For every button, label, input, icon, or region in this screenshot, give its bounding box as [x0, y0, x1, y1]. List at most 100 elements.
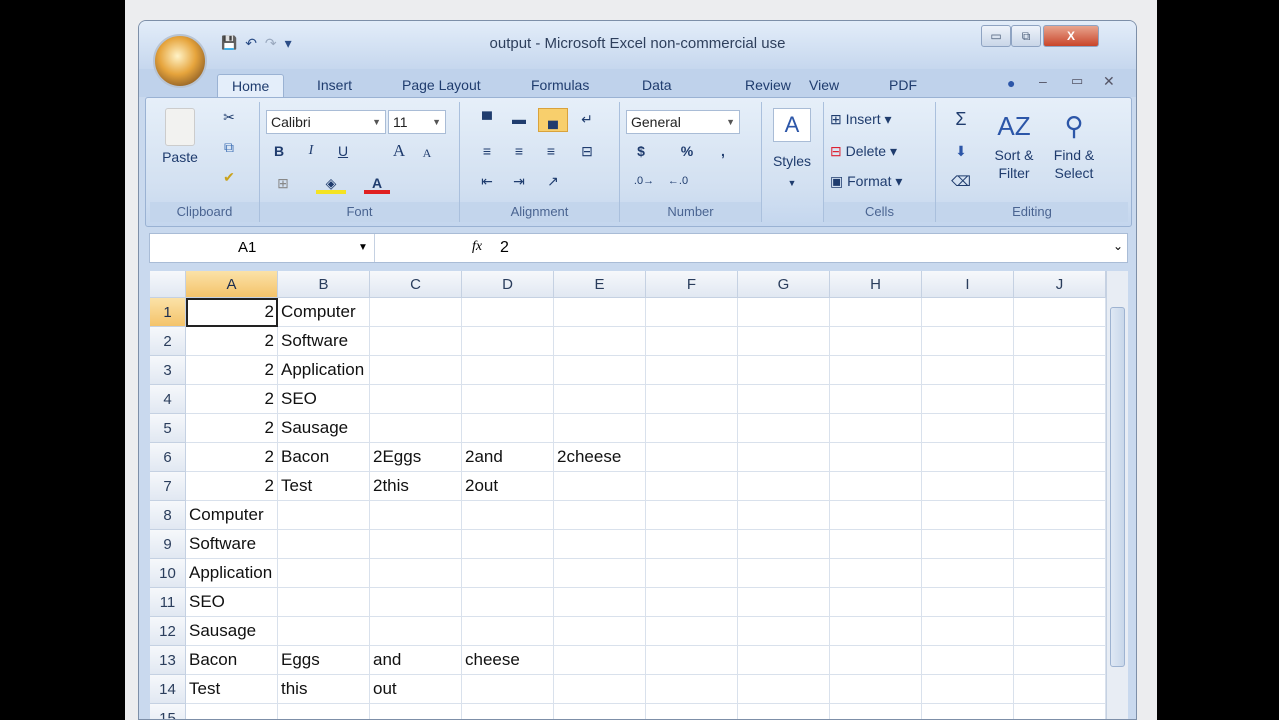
cell-c14[interactable]: out [370, 675, 462, 704]
cell-g4[interactable] [738, 385, 830, 414]
decrease-decimal-icon[interactable]: ←.0 [664, 170, 692, 192]
cell-b14[interactable]: this [278, 675, 370, 704]
name-box[interactable]: A1 ▼ [150, 234, 375, 262]
row-header[interactable]: 3 [150, 356, 186, 385]
cell-i2[interactable] [922, 327, 1014, 356]
cell-e7[interactable] [554, 472, 646, 501]
bold-button[interactable]: B [268, 140, 290, 162]
cell-i5[interactable] [922, 414, 1014, 443]
cell-j1[interactable] [1014, 298, 1106, 327]
column-header-i[interactable]: I [922, 271, 1014, 298]
cell-j4[interactable] [1014, 385, 1106, 414]
cell-c9[interactable] [370, 530, 462, 559]
cell-f15[interactable] [646, 704, 738, 719]
cell-a14[interactable]: Test [186, 675, 278, 704]
cell-e12[interactable] [554, 617, 646, 646]
vertical-scrollbar[interactable] [1106, 271, 1128, 719]
ribbon-restore-icon[interactable]: ▭ [1071, 73, 1083, 89]
currency-button[interactable]: $ [630, 140, 652, 162]
cell-b4[interactable]: SEO [278, 385, 370, 414]
cell-a4[interactable]: 2 [186, 385, 278, 414]
cell-g14[interactable] [738, 675, 830, 704]
cell-d3[interactable] [462, 356, 554, 385]
cell-c5[interactable] [370, 414, 462, 443]
cell-f4[interactable] [646, 385, 738, 414]
cell-d15[interactable] [462, 704, 554, 719]
cell-c11[interactable] [370, 588, 462, 617]
styles-button[interactable]: A Styles ▼ [768, 108, 816, 218]
align-left-icon[interactable]: ≡ [474, 140, 500, 162]
align-right-icon[interactable]: ≡ [538, 140, 564, 162]
cell-f10[interactable] [646, 559, 738, 588]
clear-icon[interactable]: ⌫ [946, 170, 976, 192]
cell-j5[interactable] [1014, 414, 1106, 443]
cell-h8[interactable] [830, 501, 922, 530]
cell-g5[interactable] [738, 414, 830, 443]
delete-cells-button[interactable]: ⊟ Delete ▾ [830, 140, 897, 162]
cell-i4[interactable] [922, 385, 1014, 414]
cell-e8[interactable] [554, 501, 646, 530]
cell-a10[interactable]: Application [186, 559, 278, 588]
cell-b7[interactable]: Test [278, 472, 370, 501]
cell-b9[interactable] [278, 530, 370, 559]
copy-icon[interactable]: ⧉ [216, 136, 242, 158]
cell-g8[interactable] [738, 501, 830, 530]
row-header[interactable]: 13 [150, 646, 186, 675]
cell-j14[interactable] [1014, 675, 1106, 704]
row-header[interactable]: 6 [150, 443, 186, 472]
column-header-b[interactable]: B [278, 271, 370, 298]
tab-page-layout[interactable]: Page Layout [388, 74, 495, 98]
cell-f14[interactable] [646, 675, 738, 704]
cell-f12[interactable] [646, 617, 738, 646]
row-header[interactable]: 2 [150, 327, 186, 356]
cell-i6[interactable] [922, 443, 1014, 472]
borders-icon[interactable]: ⊞ [268, 172, 298, 194]
cell-c8[interactable] [370, 501, 462, 530]
cell-h10[interactable] [830, 559, 922, 588]
increase-decimal-icon[interactable]: .0→ [630, 170, 658, 192]
cell-f9[interactable] [646, 530, 738, 559]
save-icon[interactable]: 💾 [221, 35, 237, 51]
chevron-down-icon[interactable]: ▼ [358, 234, 368, 262]
cell-c3[interactable] [370, 356, 462, 385]
cell-e1[interactable] [554, 298, 646, 327]
cell-a15[interactable] [186, 704, 278, 719]
merge-center-icon[interactable]: ⊟ [572, 140, 602, 162]
tab-view[interactable]: View [795, 74, 853, 98]
cell-d6[interactable]: 2and [462, 443, 554, 472]
cell-d7[interactable]: 2out [462, 472, 554, 501]
row-header[interactable]: 14 [150, 675, 186, 704]
tab-home[interactable]: Home [217, 74, 285, 98]
column-header-f[interactable]: F [646, 271, 738, 298]
column-header-j[interactable]: J [1014, 271, 1106, 298]
cell-e3[interactable] [554, 356, 646, 385]
cell-b13[interactable]: Eggs [278, 646, 370, 675]
row-header[interactable]: 15 [150, 704, 186, 719]
cell-a13[interactable]: Bacon [186, 646, 278, 675]
column-header-g[interactable]: G [738, 271, 830, 298]
cell-d13[interactable]: cheese [462, 646, 554, 675]
cell-h1[interactable] [830, 298, 922, 327]
italic-button[interactable]: I [300, 140, 322, 162]
tab-review[interactable]: Review [731, 74, 805, 98]
fill-color-icon[interactable]: ◈ [316, 172, 346, 194]
cell-b15[interactable] [278, 704, 370, 719]
help-icon[interactable]: ● [1007, 75, 1015, 91]
cell-b11[interactable] [278, 588, 370, 617]
cell-c6[interactable]: 2Eggs [370, 443, 462, 472]
fill-icon[interactable]: ⬇ [946, 140, 976, 162]
row-header[interactable]: 1 [150, 298, 186, 327]
cell-i14[interactable] [922, 675, 1014, 704]
minimize-button[interactable]: ▭ [981, 25, 1011, 47]
cell-f6[interactable] [646, 443, 738, 472]
column-header-a[interactable]: A [186, 271, 278, 298]
cell-i8[interactable] [922, 501, 1014, 530]
row-header[interactable]: 8 [150, 501, 186, 530]
tab-formulas[interactable]: Formulas [517, 74, 603, 98]
cell-j9[interactable] [1014, 530, 1106, 559]
cell-i10[interactable] [922, 559, 1014, 588]
cell-e6[interactable]: 2cheese [554, 443, 646, 472]
cell-j3[interactable] [1014, 356, 1106, 385]
cell-g6[interactable] [738, 443, 830, 472]
cell-e11[interactable] [554, 588, 646, 617]
